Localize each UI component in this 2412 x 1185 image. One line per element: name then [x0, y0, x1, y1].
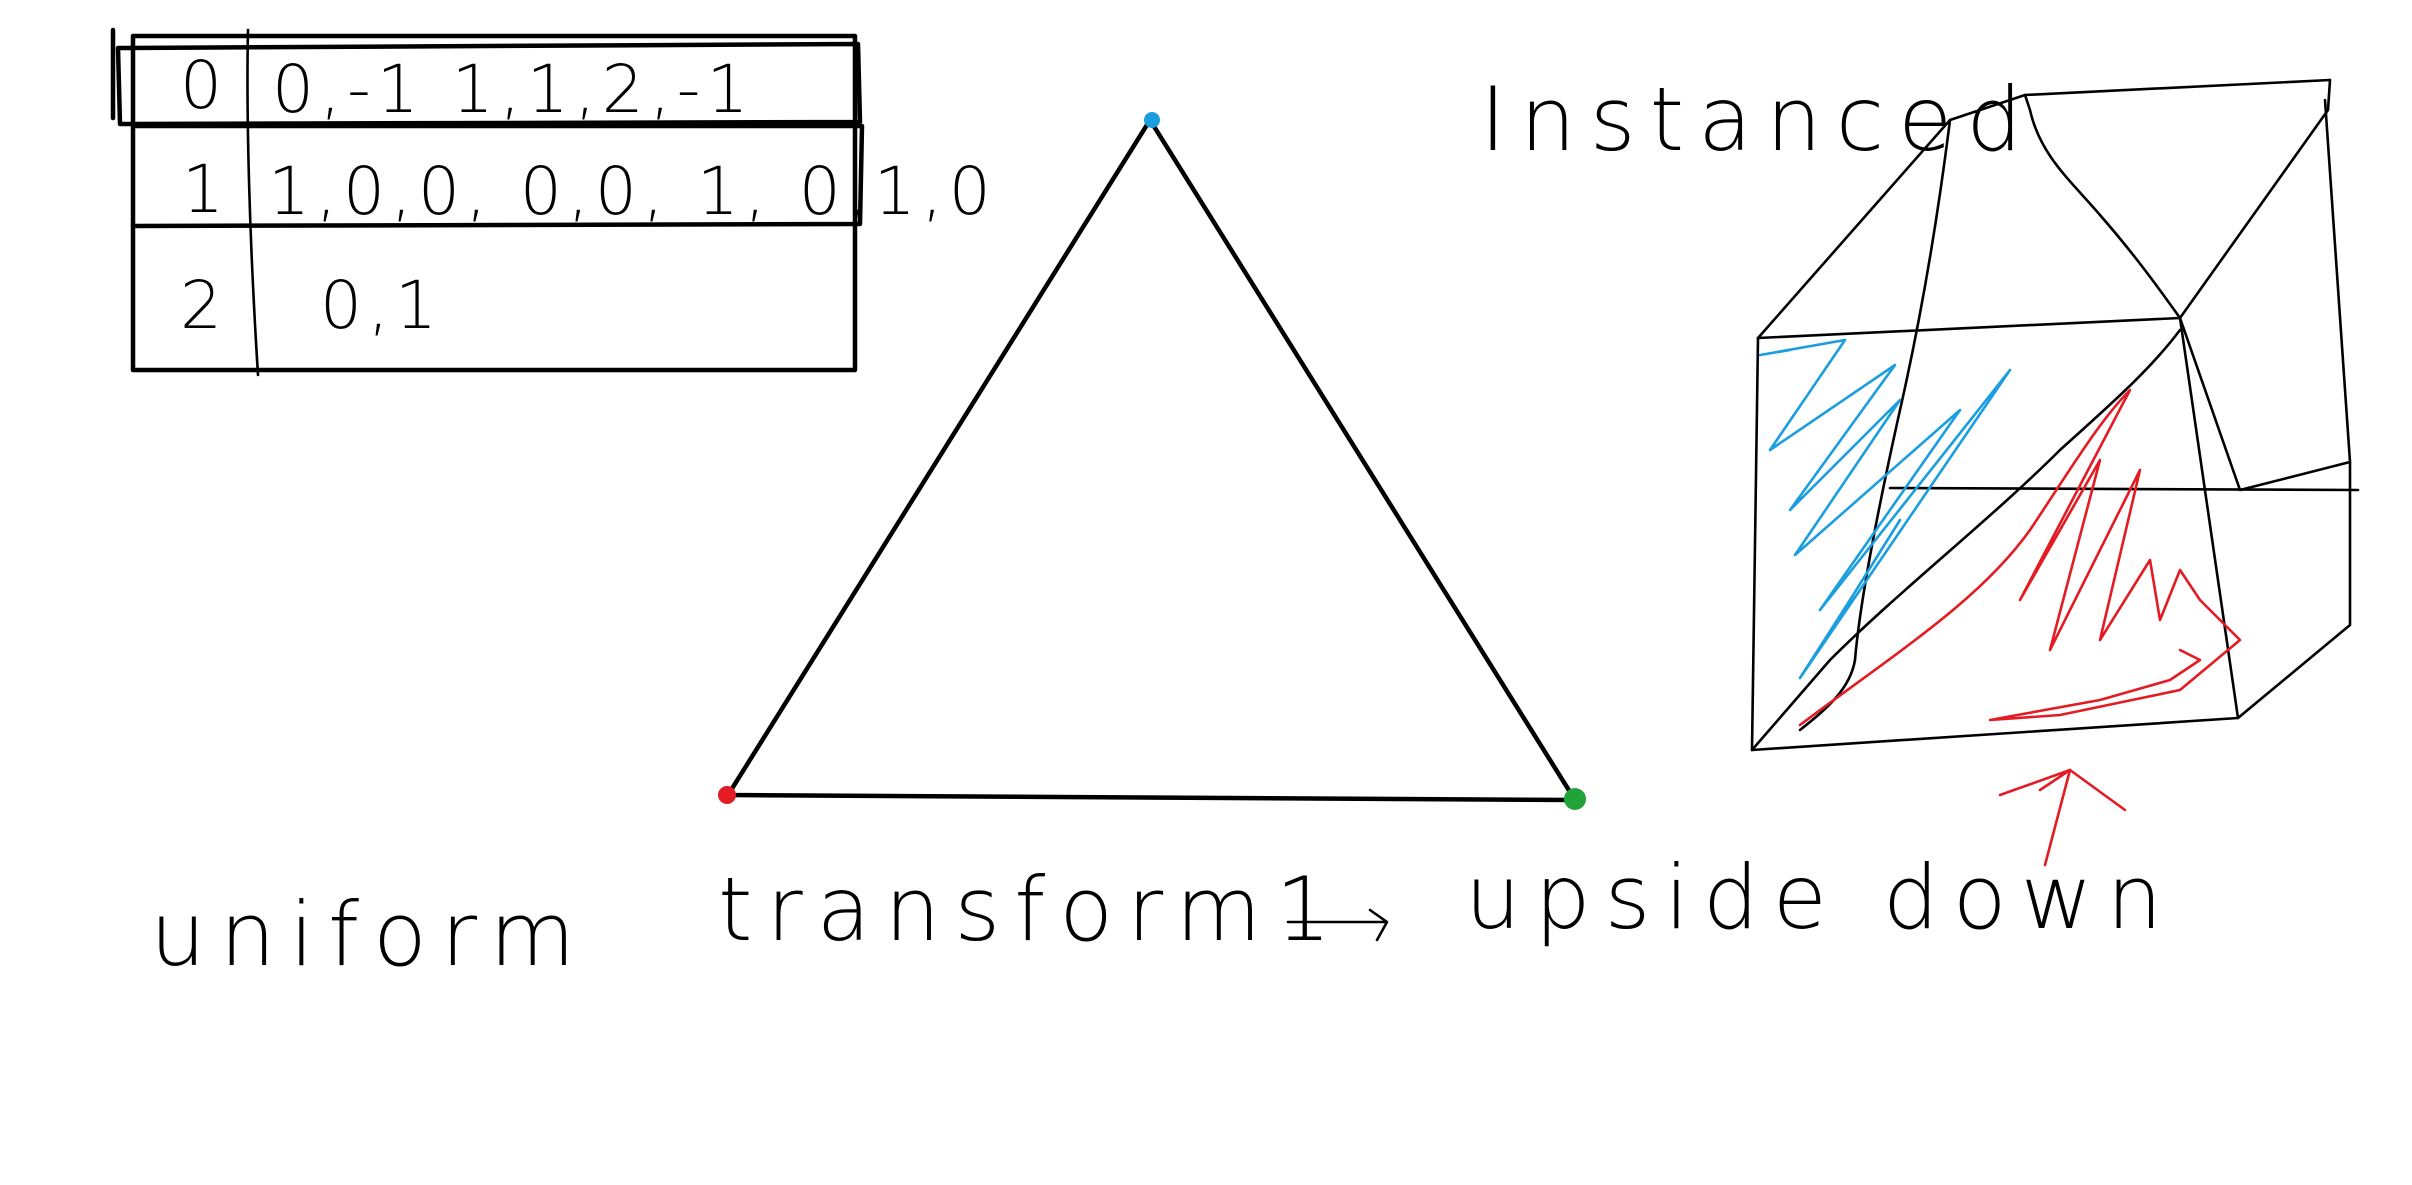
table-row-1-index: 1: [182, 151, 230, 228]
table-row-0-value: 0,-1 1,1,2,-1: [272, 51, 754, 128]
uniform-label: uniform: [150, 883, 589, 986]
cube-mid-line: [1888, 486, 2360, 492]
transform-label: transform1: [718, 858, 1345, 961]
vertex-top-marker: [1144, 112, 1160, 128]
table-row-2-value: 0,1: [320, 267, 443, 344]
cube-front-face: [1750, 316, 2240, 752]
cube-sketch: [1750, 78, 2360, 752]
table-row-0-index: 0: [180, 47, 228, 124]
vertex-left-marker: [718, 786, 736, 804]
data-table: 0 0,-1 1,1,2,-1 1 1,0,0, 0,0, 1, 0,1,0 2…: [110, 27, 997, 377]
upside-down-label: upside down: [1465, 846, 2176, 949]
vertex-right-marker: [1564, 788, 1586, 810]
cube-top-ridge: [2023, 93, 2182, 320]
cube-front-top: [1756, 316, 2352, 492]
table-row-2-index: 2: [180, 267, 228, 344]
cube-right-ridge: [2178, 78, 2332, 320]
table-row-1-value: 1,0,0, 0,0, 1, 0,1,0: [268, 153, 997, 230]
blue-scribble: [1758, 338, 2012, 680]
table-column-divider: [246, 28, 260, 377]
red-scribble: [1798, 388, 2242, 727]
whiteboard-canvas: 0 0,-1 1,1,2,-1 1 1,0,0, 0,0, 1, 0,1,0 2…: [110, 27, 2360, 986]
cube-diagonal: [1750, 328, 2182, 752]
cube-right-face: [2236, 98, 2352, 720]
